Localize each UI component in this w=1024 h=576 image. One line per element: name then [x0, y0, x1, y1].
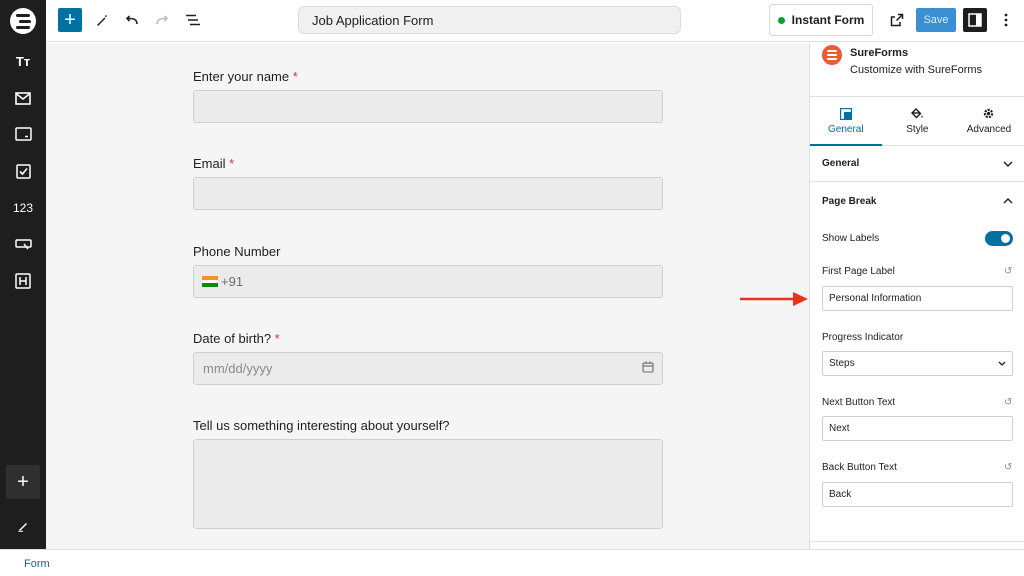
sureforms-logo-icon	[822, 45, 842, 65]
heading-block-icon[interactable]	[0, 266, 46, 296]
email-label-text: Email	[193, 156, 226, 171]
text-block-glyph: Tт	[15, 53, 31, 69]
save-button[interactable]: Save	[916, 8, 956, 32]
chevron-up-icon	[1003, 198, 1013, 204]
country-code: +91	[221, 274, 244, 289]
instant-form-label: Instant Form	[791, 13, 865, 27]
name-field-label: Enter your name *	[193, 69, 298, 84]
divider	[810, 541, 1024, 542]
reset-icon[interactable]: ↺	[1004, 462, 1012, 473]
pencil-tool-icon[interactable]	[89, 8, 113, 32]
add-block-icon[interactable]: +	[6, 465, 40, 499]
editor-toolbar: + Job Application Form Instant Form Save	[46, 0, 1024, 42]
block-inserter-rail: Tт 123 +	[0, 0, 46, 549]
checkbox-block-icon[interactable]	[0, 156, 46, 186]
status-dot-icon	[777, 16, 785, 24]
email-block-icon[interactable]	[0, 83, 46, 113]
tab-style[interactable]: Style	[882, 97, 954, 145]
back-button-text-input[interactable]: Back	[822, 482, 1013, 507]
dob-field-label: Date of birth? *	[193, 331, 280, 346]
document-title-text: Job Application Form	[312, 12, 434, 28]
edit-icon[interactable]	[0, 511, 46, 541]
progress-indicator-value: Steps	[829, 358, 855, 369]
phone-label-text: Phone Number	[193, 244, 281, 259]
dob-input[interactable]: mm/dd/yyyy	[193, 352, 663, 385]
email-field-label: Email *	[193, 156, 234, 171]
calendar-icon[interactable]	[642, 361, 654, 376]
chevron-down-icon	[998, 361, 1006, 366]
first-page-label-input[interactable]: Personal Information	[822, 286, 1013, 311]
back-button-text-label: Back Button Text	[822, 462, 897, 473]
back-button-text-value: Back	[829, 489, 852, 500]
general-section-title: General	[822, 158, 860, 169]
tab-style-label: Style	[906, 124, 929, 135]
number-block-glyph: 123	[12, 201, 34, 215]
more-options-icon[interactable]	[994, 8, 1018, 32]
settings-panel-toggle-icon[interactable]	[963, 8, 987, 32]
progress-indicator-select[interactable]: Steps	[822, 351, 1013, 376]
annotation-arrow-icon	[740, 292, 808, 306]
block-settings-panel: SureForms Customize with SureForms Gener…	[809, 43, 1024, 549]
button-block-icon[interactable]	[0, 229, 46, 259]
page-break-section-toggle[interactable]: Page Break	[810, 183, 1024, 219]
show-labels-label: Show Labels	[822, 233, 880, 244]
reset-icon[interactable]: ↺	[1004, 397, 1012, 408]
gear-icon	[984, 108, 994, 119]
general-tab-icon	[839, 107, 852, 120]
tab-general-label: General	[828, 123, 864, 135]
form-canvas: Enter your name * Email * Phone Number +…	[46, 43, 809, 549]
number-block-icon[interactable]: 123	[0, 193, 46, 223]
general-section-toggle[interactable]: General	[810, 146, 1024, 182]
reset-icon[interactable]: ↺	[1004, 266, 1012, 277]
about-label-text: Tell us something interesting about your…	[193, 418, 450, 433]
dob-placeholder: mm/dd/yyyy	[203, 361, 273, 376]
instant-form-button[interactable]: Instant Form	[769, 4, 873, 36]
plugin-name: SureForms	[850, 47, 909, 59]
input-block-icon[interactable]	[0, 119, 46, 149]
phone-input[interactable]: +91	[193, 265, 663, 298]
tab-general[interactable]: General	[810, 97, 882, 146]
india-flag-icon[interactable]	[202, 276, 218, 288]
external-link-icon[interactable]	[885, 8, 909, 32]
undo-icon[interactable]	[120, 8, 144, 32]
first-page-label-value: Personal Information	[829, 293, 922, 304]
next-button-text-label: Next Button Text	[822, 397, 896, 408]
required-marker: *	[274, 331, 280, 346]
first-page-label-label: First Page Label	[822, 266, 895, 277]
progress-indicator-label: Progress Indicator	[822, 332, 904, 343]
text-block-icon[interactable]: Tт	[0, 46, 46, 76]
wordpress-logo-icon[interactable]	[0, 4, 46, 38]
phone-field-label: Phone Number	[193, 244, 280, 259]
redo-icon[interactable]	[150, 8, 174, 32]
tab-advanced-label: Advanced	[966, 124, 1012, 135]
page-break-section-title: Page Break	[822, 195, 877, 207]
settings-tabs: General Style Advanced	[810, 96, 1024, 146]
plugin-header: SureForms Customize with SureForms	[810, 43, 1024, 96]
dob-label-text: Date of birth?	[193, 331, 272, 346]
breadcrumb-form[interactable]: Form	[24, 558, 50, 570]
add-block-button[interactable]: +	[58, 8, 82, 32]
paint-bucket-icon	[911, 108, 923, 119]
plugin-subtitle: Customize with SureForms	[850, 64, 983, 76]
block-breadcrumb-bar: Form	[0, 549, 1024, 576]
tab-advanced[interactable]: Advanced	[953, 97, 1024, 145]
about-textarea[interactable]	[193, 439, 663, 529]
name-label-text: Enter your name	[193, 69, 290, 84]
required-marker: *	[292, 69, 298, 84]
show-labels-toggle[interactable]	[985, 231, 1013, 246]
name-input[interactable]	[193, 90, 663, 123]
document-title[interactable]: Job Application Form	[298, 6, 681, 34]
required-marker: *	[229, 156, 235, 171]
email-input[interactable]	[193, 177, 663, 210]
next-button-text-value: Next	[829, 423, 850, 434]
document-overview-icon[interactable]	[181, 8, 205, 32]
about-field-label: Tell us something interesting about your…	[193, 418, 450, 433]
chevron-down-icon	[1003, 161, 1013, 167]
next-button-text-input[interactable]: Next	[822, 416, 1013, 441]
